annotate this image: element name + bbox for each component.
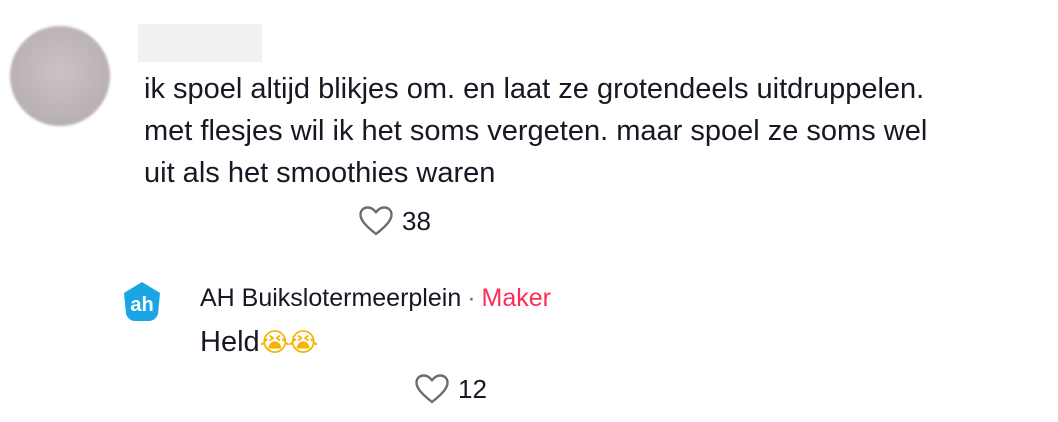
separator-dot: · — [467, 284, 476, 312]
comment-line-2: met flesjes wil ik het soms vergeten. ma… — [144, 115, 928, 147]
ah-logo-text: ah — [130, 294, 153, 316]
crying-face-emojis: 😭😭 — [259, 328, 319, 358]
reply-header: AH Buikslotermeerplein · Maker — [200, 282, 551, 314]
comment-like-count: 38 — [402, 205, 431, 236]
reply-text: Held😭😭 — [200, 322, 319, 363]
commenter-avatar[interactable] — [10, 26, 110, 126]
maker-badge: Maker — [481, 284, 552, 312]
comment-line-3: uit als het smoothies waren — [144, 157, 496, 189]
reply-text-body: Held — [200, 326, 260, 358]
comment-like-button[interactable]: 38 — [358, 205, 431, 237]
heart-outline-icon — [359, 206, 393, 236]
comment-line-1: ik spoel altijd blikjes om. en laat ze g… — [144, 73, 925, 105]
ah-logo-avatar[interactable]: ah — [120, 280, 164, 324]
reply-like-count: 12 — [458, 373, 487, 404]
heart-outline-icon — [415, 374, 449, 404]
reply-author-name[interactable]: AH Buikslotermeerplein — [200, 284, 461, 312]
comment-text: ik spoel altijd blikjes om. en laat ze g… — [144, 68, 1049, 194]
commenter-username-redacted[interactable] — [138, 24, 262, 62]
reply-like-button[interactable]: 12 — [414, 373, 487, 405]
